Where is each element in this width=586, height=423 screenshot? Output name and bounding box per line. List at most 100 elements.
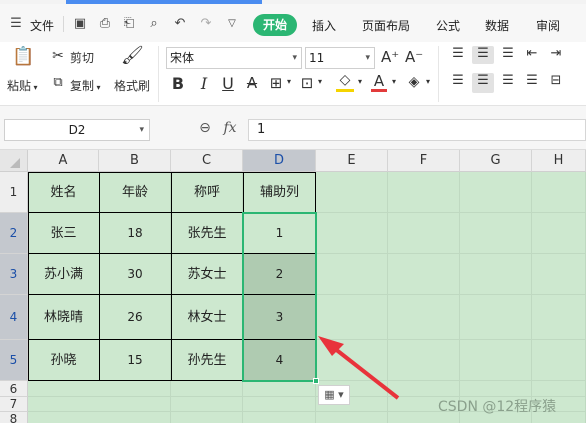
header-cell[interactable]: 辅助列 bbox=[243, 172, 316, 213]
fill-color-icon[interactable]: ◇ bbox=[336, 72, 354, 92]
ribbon-divider bbox=[438, 46, 439, 102]
align-left-icon[interactable]: ☰ bbox=[448, 73, 468, 93]
table-cell[interactable]: 张三 bbox=[28, 213, 99, 254]
font-color-icon[interactable]: A bbox=[371, 72, 387, 92]
row-header-4[interactable]: 4 bbox=[0, 295, 28, 340]
format-painter-button[interactable]: 格式刷 bbox=[114, 77, 150, 94]
header-cell[interactable]: 称呼 bbox=[171, 172, 243, 213]
font-name-select[interactable]: 宋体 ▾ bbox=[166, 47, 302, 69]
table-cell[interactable]: 林女士 bbox=[171, 295, 243, 340]
tab-page-layout[interactable]: 页面布局 bbox=[362, 17, 410, 34]
table-cell[interactable]: 孙晓 bbox=[28, 340, 99, 381]
align-center-icon[interactable]: ☰ bbox=[472, 73, 494, 93]
table-cell[interactable]: 林晓晴 bbox=[28, 295, 99, 340]
row-header-3[interactable]: 3 bbox=[0, 254, 28, 295]
copy-button[interactable]: 复制 ▾ bbox=[70, 77, 101, 94]
chevron-down-icon[interactable]: ▾ bbox=[390, 77, 398, 86]
row-header-6[interactable]: 6 bbox=[0, 381, 28, 397]
align-bottom-icon[interactable]: ☰ bbox=[498, 46, 518, 64]
menu-divider bbox=[63, 16, 64, 32]
print-preview-icon[interactable]: ⌕ bbox=[146, 16, 162, 32]
table-cell[interactable]: 苏女士 bbox=[171, 254, 243, 295]
column-header-e[interactable]: E bbox=[316, 150, 388, 172]
format-painter-icon[interactable]: 🖌 bbox=[121, 45, 144, 71]
fill-handle[interactable] bbox=[313, 378, 319, 384]
insert-function-icon[interactable]: fx bbox=[221, 120, 239, 136]
header-cell[interactable]: 年龄 bbox=[99, 172, 171, 213]
table-cell[interactable]: 15 bbox=[99, 340, 171, 381]
gridline-vertical bbox=[459, 172, 460, 423]
font-size-select[interactable]: 11 ▾ bbox=[305, 47, 375, 69]
header-cell[interactable]: 姓名 bbox=[28, 172, 99, 213]
zoom-search-icon[interactable]: ⊖ bbox=[196, 120, 214, 136]
column-header-h[interactable]: H bbox=[532, 150, 586, 172]
name-box[interactable]: D2 ▾ bbox=[4, 119, 150, 141]
row-header-1[interactable]: 1 bbox=[0, 172, 28, 213]
tab-data[interactable]: 数据 bbox=[485, 17, 509, 34]
strikethrough-icon[interactable]: A bbox=[244, 74, 260, 92]
align-right-icon[interactable]: ☰ bbox=[498, 73, 518, 93]
justify-icon[interactable]: ☰ bbox=[522, 73, 542, 93]
bold-icon[interactable]: B bbox=[170, 74, 186, 93]
ribbon-divider bbox=[158, 46, 159, 102]
merge-cells-icon[interactable]: ⊡ bbox=[299, 74, 315, 92]
column-header-d[interactable]: D bbox=[243, 150, 316, 172]
chevron-down-icon: ▾ bbox=[292, 53, 297, 63]
formula-input[interactable]: 1 bbox=[248, 119, 586, 141]
table-cell[interactable]: 26 bbox=[99, 295, 171, 340]
table-cell[interactable]: 18 bbox=[99, 213, 171, 254]
paste-icon[interactable]: 📋 bbox=[12, 46, 34, 68]
tab-home[interactable]: 开始 bbox=[253, 14, 297, 36]
column-header-f[interactable]: F bbox=[388, 150, 460, 172]
spreadsheet-grid[interactable]: ABCDEFGH 12345678 姓名 年龄 称呼 辅助列 张三 18 张先生 1 苏小满 30… bbox=[0, 150, 586, 423]
row-header-5[interactable]: 5 bbox=[0, 340, 28, 381]
column-header-c[interactable]: C bbox=[171, 150, 243, 172]
selection-border bbox=[242, 212, 317, 382]
column-header-b[interactable]: B bbox=[99, 150, 171, 172]
tab-formulas[interactable]: 公式 bbox=[436, 17, 460, 34]
print-icon[interactable]: ⎗ bbox=[121, 16, 137, 32]
row-header-8[interactable]: 8 bbox=[0, 412, 28, 423]
cut-icon[interactable]: ✂ bbox=[50, 48, 66, 64]
paste-button[interactable]: 粘贴 ▾ bbox=[7, 77, 38, 94]
chevron-down-icon[interactable]: ▾ bbox=[424, 77, 432, 86]
select-all-icon bbox=[10, 158, 20, 168]
table-cell[interactable]: 苏小满 bbox=[28, 254, 99, 295]
file-menu[interactable]: 文件 bbox=[30, 17, 54, 34]
italic-icon[interactable]: I bbox=[196, 74, 212, 93]
hamburger-menu-icon[interactable]: ☰ bbox=[8, 16, 24, 32]
chevron-down-icon[interactable]: ▾ bbox=[316, 77, 324, 86]
tab-review[interactable]: 审阅 bbox=[536, 17, 560, 34]
ribbon-toolbar: 📋 粘贴 ▾ ✂ 剪切 ⧉ 复制 ▾ 🖌 格式刷 宋体 ▾ 11 ▾ A⁺ A⁻ B… bbox=[0, 42, 586, 106]
align-top-icon[interactable]: ☰ bbox=[448, 46, 468, 64]
quick-access-dropdown-icon[interactable]: ▽ bbox=[224, 16, 240, 32]
decrease-indent-icon[interactable]: ⇤ bbox=[522, 46, 542, 64]
increase-indent-icon[interactable]: ⇥ bbox=[546, 46, 566, 64]
underline-icon[interactable]: U bbox=[220, 74, 236, 93]
table-cell[interactable]: 孙先生 bbox=[171, 340, 243, 381]
column-header-a[interactable]: A bbox=[28, 150, 99, 172]
column-header-g[interactable]: G bbox=[460, 150, 532, 172]
table-cell[interactable]: 30 bbox=[99, 254, 171, 295]
borders-icon[interactable]: ⊞ bbox=[268, 74, 284, 92]
select-all-corner[interactable] bbox=[0, 150, 28, 172]
decrease-font-size-icon[interactable]: A⁻ bbox=[405, 48, 423, 66]
paste-options-button[interactable]: ▦ ▾ bbox=[318, 385, 350, 405]
watermark: CSDN @12程序猿 bbox=[438, 399, 557, 415]
table-cell[interactable]: 张先生 bbox=[171, 213, 243, 254]
row-header-7[interactable]: 7 bbox=[0, 397, 28, 412]
save-icon[interactable]: ▣ bbox=[72, 16, 88, 32]
export-pdf-icon[interactable]: ⎙ bbox=[97, 16, 113, 32]
distributed-align-icon[interactable]: ⊟ bbox=[546, 73, 566, 93]
chevron-down-icon[interactable]: ▾ bbox=[356, 77, 364, 86]
redo-icon[interactable]: ↷ bbox=[198, 16, 214, 32]
cut-button[interactable]: 剪切 bbox=[70, 49, 94, 66]
increase-font-size-icon[interactable]: A⁺ bbox=[381, 48, 399, 66]
chevron-down-icon[interactable]: ▾ bbox=[285, 77, 293, 86]
clear-format-icon[interactable]: ◈ bbox=[406, 74, 422, 90]
undo-icon[interactable]: ↶ bbox=[172, 16, 188, 32]
copy-icon[interactable]: ⧉ bbox=[50, 75, 66, 90]
row-header-2[interactable]: 2 bbox=[0, 213, 28, 254]
tab-insert[interactable]: 插入 bbox=[312, 17, 336, 34]
align-middle-icon[interactable]: ☰ bbox=[472, 46, 494, 64]
